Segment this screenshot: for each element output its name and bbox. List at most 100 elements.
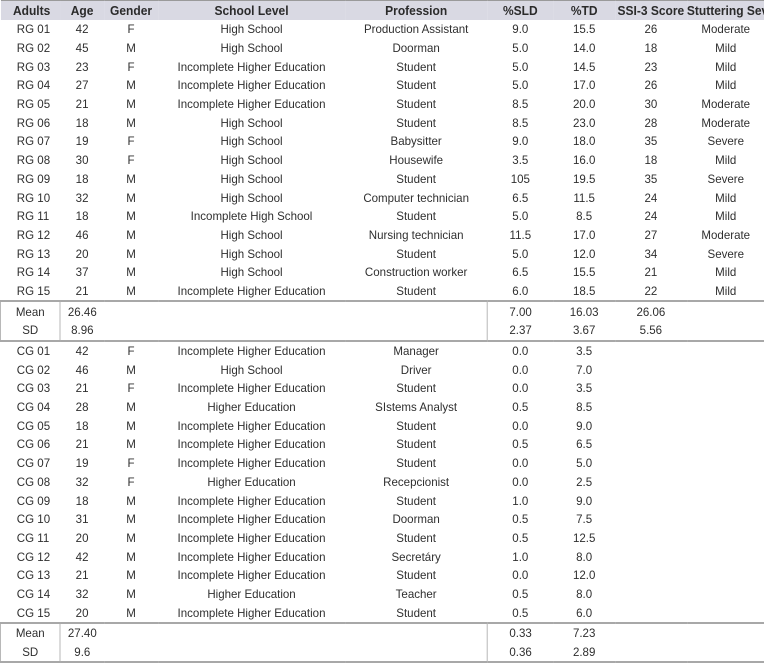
td: 23.0 [572, 115, 596, 130]
table-row: CG 12 42 M Incomplete Higher Education Secre… [0, 547, 764, 566]
profession: Student [396, 59, 437, 74]
table-row: RG 09 18 M High School Student 105 19.5 35 Sever… [0, 170, 764, 189]
table-row: RG 10 32 M High School Computer technician 6.… [0, 188, 764, 207]
sld: 6.5 [512, 190, 529, 205]
sld: 0.0 [512, 474, 529, 489]
gender: F [127, 59, 135, 74]
gender: M [126, 227, 136, 242]
school-level: Incomplete Higher Education [177, 283, 326, 298]
header-sld: %SLD [487, 0, 554, 20]
profession: Student [396, 381, 437, 396]
stuttering-severity [687, 360, 764, 379]
gender: F [127, 22, 135, 37]
sld: 5.0 [512, 59, 529, 74]
age: 46 [75, 227, 89, 242]
mean-ssi: 26.06 [614, 300, 687, 321]
sd-age: 8.96 [60, 321, 105, 342]
td: 17.0 [572, 227, 596, 242]
td: 8.5 [576, 209, 593, 224]
ssi3-score: 26 [644, 22, 658, 37]
stuttering-severity [687, 473, 764, 492]
gender: F [127, 381, 135, 396]
table-row: CG 13 21 M Incomplete Higher Education Stude… [0, 566, 764, 585]
td: 6.0 [576, 605, 593, 620]
participant-id: CG 08 [16, 474, 51, 489]
table-row: CG 08 32 F Higher Education Recepcionist 0.0 2… [0, 473, 764, 492]
school-level: Incomplete Higher Education [177, 605, 326, 620]
sld: 0.5 [512, 512, 529, 527]
age: 27 [75, 78, 89, 93]
gender: M [126, 586, 136, 601]
participant-id: RG 08 [16, 153, 51, 168]
age: 37 [75, 265, 89, 280]
participant-id: RG 01 [16, 22, 51, 37]
participant-id: CG 07 [16, 456, 51, 471]
table-row: RG 01 42 F High School Production Assistant 9… [0, 20, 764, 39]
ssi3-score [615, 473, 687, 492]
ssi3-score [615, 603, 687, 623]
sld: 8.5 [512, 97, 529, 112]
stuttering-severity [687, 416, 764, 435]
sld: 5.0 [512, 209, 529, 224]
gender: M [126, 512, 136, 527]
ssi3-score: 26 [644, 78, 658, 93]
profession: Driver [400, 362, 432, 377]
td: 12.0 [572, 568, 596, 583]
profession: Doorman [392, 41, 440, 56]
sld: 0.0 [512, 381, 529, 396]
school-level: Incomplete Higher Education [177, 418, 326, 433]
sld: 105 [510, 171, 530, 186]
header-profession: Profession [345, 0, 488, 20]
stuttering-severity [687, 547, 764, 566]
header-stuttering-severity: Stuttering Severity [686, 0, 764, 20]
age: 32 [75, 586, 89, 601]
participant-id: CG 05 [16, 418, 51, 433]
school-level: High School [220, 134, 283, 149]
ssi3-score [615, 491, 687, 510]
stuttering-severity [687, 585, 764, 604]
school-level: Incomplete Higher Education [177, 493, 326, 508]
school-level: High School [220, 227, 283, 242]
ssi3-score [615, 379, 687, 398]
ssi3-score: 24 [644, 209, 658, 224]
age: 18 [75, 171, 89, 186]
ssi3-score [615, 435, 687, 454]
profession: Student [396, 209, 437, 224]
sd-age: 9.6 [60, 642, 105, 663]
profession: Construction worker [364, 265, 468, 280]
profession: SIstems Analyst [375, 400, 458, 415]
ssi3-score: 27 [644, 227, 658, 242]
ssi3-score: 21 [644, 265, 658, 280]
stuttering-severity: Mild [715, 209, 737, 224]
sd-sld: 0.36 [486, 642, 554, 663]
gender: M [126, 283, 136, 298]
age: 31 [75, 512, 89, 527]
table-row: CG 09 18 M Incomplete Higher Education Stude… [0, 491, 764, 510]
participant-id: CG 09 [16, 493, 51, 508]
stuttering-severity: Moderate [701, 22, 751, 37]
profession: Computer technician [363, 190, 469, 205]
stuttering-severity: Moderate [701, 97, 751, 112]
school-level: Incomplete Higher Education [177, 456, 326, 471]
participant-id: CG 14 [16, 586, 51, 601]
td: 18.0 [572, 134, 596, 149]
gender: M [126, 265, 136, 280]
participant-id: RG 07 [16, 134, 51, 149]
participant-id: RG 03 [16, 59, 51, 74]
td: 20.0 [572, 97, 596, 112]
mean-age: 26.46 [60, 300, 105, 321]
gender: M [126, 97, 136, 112]
profession: Student [396, 456, 437, 471]
age: 21 [75, 97, 89, 112]
sld: 11.5 [509, 227, 532, 242]
profession: Recepcionist [383, 474, 450, 489]
age: 23 [75, 59, 89, 74]
stuttering-severity [687, 566, 764, 585]
table-row: RG 12 46 M High School Nursing technician 11.… [0, 226, 764, 245]
school-level: High School [220, 246, 283, 261]
age: 42 [75, 549, 89, 564]
header-row: Adults Age Gender School Level Professio… [0, 0, 764, 20]
profession: Student [396, 97, 437, 112]
age: 21 [75, 381, 89, 396]
sd-td: 3.67 [553, 321, 615, 342]
